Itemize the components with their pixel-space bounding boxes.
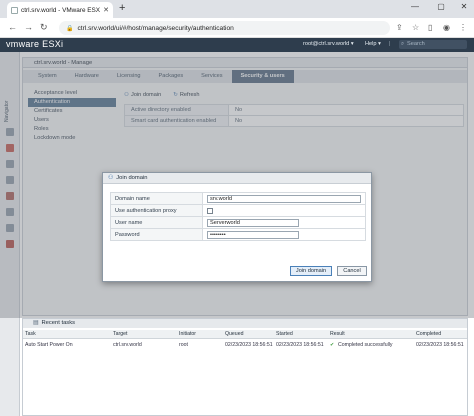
username-input[interactable]: Serverworld (207, 218, 299, 227)
recent-tasks-header[interactable]: ▤ Recent tasks (23, 319, 467, 328)
page-favicon-icon (11, 6, 18, 14)
domain-icon: ⚇ (108, 175, 114, 181)
task-name: Auto Start Power On (25, 342, 73, 348)
form-row: Password •••••••• (110, 228, 366, 241)
back-icon[interactable]: ← (8, 22, 17, 32)
column-header[interactable]: Result (330, 330, 345, 339)
reload-icon[interactable]: ↻ (40, 22, 48, 32)
dialog-title: Join domain (116, 175, 148, 181)
column-header[interactable]: Initiator (179, 330, 196, 339)
password-input[interactable]: •••••••• (207, 230, 299, 239)
user-menu[interactable]: root@ctrl.srv.world ▾ (303, 41, 354, 47)
form-row: Domain name srv.world (110, 192, 366, 205)
domain-name-label: Domain name (110, 192, 203, 205)
browser-tab[interactable]: ctrl.srv.world - VMware ESXi ✕ (7, 2, 113, 18)
task-completed: 02/23/2023 18:56:51 (416, 342, 464, 348)
task-result: Completed successfully (338, 342, 393, 348)
browser-menu-icon[interactable]: ⋮ (459, 23, 467, 32)
forward-icon[interactable]: → (24, 22, 33, 32)
cancel-button[interactable]: Cancel (337, 266, 367, 276)
header-separator: | (389, 41, 391, 47)
dialog-title-bar: ⚇ Join domain (103, 173, 371, 184)
address-url: ctrl.srv.world/ui/#/host/manage/security… (77, 24, 234, 32)
tasks-icon: ▤ (33, 320, 39, 326)
use-proxy-checkbox[interactable] (207, 207, 213, 214)
task-initiator: root (179, 342, 188, 348)
help-menu[interactable]: Help ▾ (365, 41, 381, 47)
task-started: 02/23/2023 18:56:51 (276, 342, 324, 348)
recent-tasks-title: Recent tasks (41, 320, 75, 326)
close-tab-icon[interactable]: ✕ (103, 6, 109, 14)
form-row: Use authentication proxy (110, 204, 366, 217)
column-header[interactable]: Queued (225, 330, 243, 339)
domain-name-input[interactable]: srv.world (207, 194, 361, 203)
browser-tab-title: ctrl.srv.world - VMware ESXi (21, 6, 101, 14)
lock-icon: 🔒 (66, 25, 74, 32)
tasks-table-header: Task Target Initiator Queued Started Res… (23, 330, 467, 339)
column-header[interactable]: Task (25, 330, 36, 339)
username-label: User name (110, 216, 203, 229)
column-header[interactable]: Target (113, 330, 127, 339)
address-bar[interactable]: 🔒 ctrl.srv.world/ui/#/host/manage/securi… (59, 21, 390, 35)
task-target[interactable]: ctrl.srv.world (113, 341, 142, 350)
column-header[interactable]: Started (276, 330, 293, 339)
search-icon: ⌕ (401, 41, 405, 47)
password-label: Password (110, 228, 203, 241)
new-tab-button[interactable]: + (119, 3, 125, 14)
search-input[interactable]: ⌕ Search (399, 40, 467, 49)
use-proxy-label: Use authentication proxy (110, 204, 203, 217)
join-domain-submit-button[interactable]: Join domain (290, 266, 332, 276)
close-window-icon[interactable]: ✕ (457, 2, 471, 11)
maximize-icon[interactable]: ▢ (434, 2, 448, 11)
column-header[interactable]: Completed (416, 330, 441, 339)
success-check-icon: ✔ (330, 342, 335, 348)
share-icon[interactable]: ⇪ (396, 23, 403, 32)
join-domain-form: Domain name srv.world Use authentication… (110, 192, 366, 241)
sidebar-icon[interactable]: ▯ (428, 23, 432, 32)
profile-icon[interactable]: ◉ (443, 23, 450, 32)
vmware-esxi-logo: vmware ESXi (6, 39, 64, 49)
minimize-icon[interactable]: — (408, 2, 422, 11)
task-queued: 02/23/2023 18:56:51 (225, 342, 273, 348)
table-row[interactable]: Auto Start Power On ctrl.srv.world root … (23, 341, 467, 350)
bookmark-star-icon[interactable]: ☆ (412, 23, 419, 32)
form-row: User name Serverworld (110, 216, 366, 229)
